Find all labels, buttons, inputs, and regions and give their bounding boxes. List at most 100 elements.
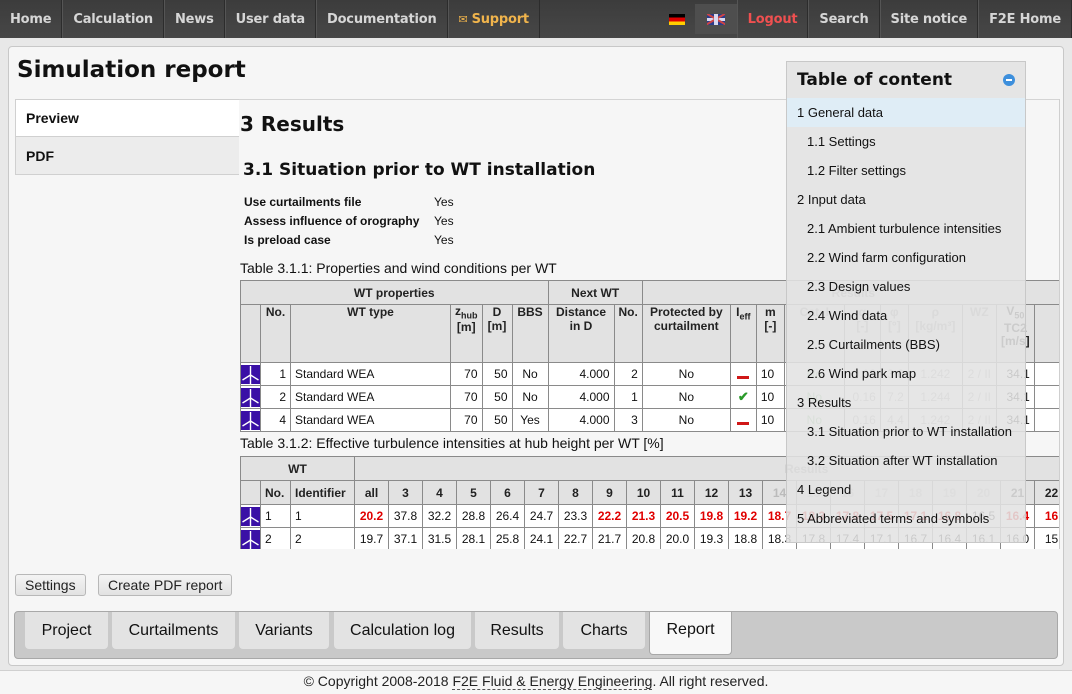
footer-company-link[interactable]: F2E Fluid & Energy Engineering — [452, 673, 653, 690]
setting-key: Assess influence of orography — [244, 213, 420, 228]
turbine-cell — [240, 385, 261, 409]
bbs: No — [511, 362, 549, 386]
header-ieff: Ieff — [729, 304, 757, 363]
nav-documentation[interactable]: Documentation — [315, 0, 448, 38]
turbulence-value: 37.8 — [388, 504, 423, 528]
turbulence-value: 25.8 — [490, 527, 525, 549]
header-distance: Distance in D — [547, 304, 615, 363]
settings-list: Use curtailments file Yes Assess influenc… — [244, 192, 454, 249]
toc-item[interactable]: 2.1 Ambient turbulence intensities — [787, 214, 1025, 243]
bbs: Yes — [511, 408, 549, 432]
turbulence-value: 20.0 — [660, 527, 695, 549]
turbulence-value: 28.1 — [456, 527, 491, 549]
view-tab-pdf[interactable]: PDF — [15, 137, 240, 175]
toc-item[interactable]: 2.2 Wind farm configuration — [787, 243, 1025, 272]
next-wt-no: 3 — [613, 408, 643, 432]
protected: No — [641, 408, 731, 432]
wind-turbine-icon — [241, 529, 260, 549]
language-en[interactable] — [694, 4, 737, 34]
tab-curtailments[interactable]: Curtailments — [112, 612, 235, 649]
top-navigation: Home Calculation News User data Document… — [0, 0, 1072, 38]
diameter: 50 — [481, 362, 513, 386]
toc-item[interactable]: 2.6 Wind park map — [787, 359, 1025, 388]
diameter: 50 — [481, 385, 513, 409]
extra-cell — [1033, 385, 1060, 409]
footer-copyright: © Copyright 2008-2018 — [303, 673, 453, 689]
turbine-cell — [240, 362, 261, 386]
nav-calculation[interactable]: Calculation — [62, 0, 164, 38]
turbulence-value: 19.3 — [694, 527, 729, 549]
nav-user-data[interactable]: User data — [224, 0, 316, 38]
toc-item[interactable]: 5 Abbreviated terms and symbols — [787, 504, 1025, 533]
toc-item[interactable]: 3.1 Situation prior to WT installation — [787, 417, 1025, 446]
header-col: 5 — [456, 480, 491, 505]
header-bbs: BBS — [511, 304, 549, 363]
header-protected: Protected by curtailment — [641, 304, 731, 363]
toc-item[interactable]: 1.2 Filter settings — [787, 156, 1025, 185]
toc-item[interactable]: 2.5 Curtailments (BBS) — [787, 330, 1025, 359]
language-de[interactable] — [659, 0, 695, 38]
wind-turbine-icon — [241, 387, 260, 407]
setting-key: Is preload case — [244, 232, 331, 247]
wt-no: 2 — [260, 527, 291, 549]
nav-site-notice[interactable]: Site notice — [879, 0, 979, 38]
tab-calculation-log[interactable]: Calculation log — [334, 612, 471, 649]
wind-turbine-icon — [241, 364, 260, 384]
toc-list: 1 General data 1.1 Settings 1.2 Filter set… — [787, 98, 1025, 533]
nav-support[interactable]: ✉ Support — [447, 0, 540, 38]
header-col: 13 — [728, 480, 763, 505]
header-d: D [m] — [481, 304, 513, 363]
protected: No — [641, 385, 731, 409]
tab-charts[interactable]: Charts — [563, 612, 645, 649]
bottom-tab-bar: Project Curtailments Variants Calculatio… — [14, 611, 1058, 659]
header-no: No. — [260, 304, 291, 363]
group-next-wt: Next WT — [547, 280, 643, 305]
nav-search[interactable]: Search — [808, 0, 880, 38]
envelope-icon: ✉ — [458, 12, 468, 26]
extra-cell — [1033, 408, 1060, 432]
settings-button[interactable]: Settings — [15, 574, 86, 596]
view-tab-preview[interactable]: Preview — [15, 99, 240, 137]
toc-item[interactable]: 1.1 Settings — [787, 127, 1025, 156]
header-m: m [-] — [755, 304, 785, 363]
turbulence-value: 22.7 — [558, 527, 593, 549]
toc-item[interactable]: 4 Legend — [787, 475, 1025, 504]
ieff-status — [729, 408, 757, 432]
collapse-icon[interactable] — [1003, 74, 1015, 86]
turbine-cell — [240, 408, 261, 432]
tab-project[interactable]: Project — [25, 612, 108, 649]
wt-no: 1 — [260, 504, 291, 528]
nav-f2e-home[interactable]: F2E Home — [978, 0, 1072, 38]
tab-report[interactable]: Report — [649, 612, 732, 655]
header-col: 22 — [1034, 480, 1060, 505]
turbulence-value: 28.8 — [456, 504, 491, 528]
tab-variants[interactable]: Variants — [239, 612, 329, 649]
tab-results[interactable]: Results — [475, 612, 559, 649]
toc-item[interactable]: 2.3 Design values — [787, 272, 1025, 301]
check-icon: ✔ — [737, 389, 749, 404]
wind-turbine-icon — [241, 506, 260, 526]
toc-header: Table of content — [787, 62, 1025, 98]
next-wt-no: 2 — [613, 362, 643, 386]
toc-item[interactable]: 3 Results — [787, 388, 1025, 417]
nav-news[interactable]: News — [164, 0, 225, 38]
m-value: 10 — [755, 408, 785, 432]
turbulence-value: 19.7 — [354, 527, 389, 549]
exceeded-icon — [737, 376, 750, 380]
create-pdf-report-button[interactable]: Create PDF report — [98, 574, 233, 596]
settings-row: Assess influence of orography Yes — [244, 211, 454, 230]
nav-logout[interactable]: Logout — [736, 0, 809, 38]
turbulence-value: 31.5 — [422, 527, 457, 549]
header-col: 8 — [558, 480, 593, 505]
toc-item[interactable]: 3.2 Situation after WT installation — [787, 446, 1025, 475]
protected: No — [641, 362, 731, 386]
wt-no: 2 — [260, 385, 291, 409]
nav-home[interactable]: Home — [0, 0, 63, 38]
toc-item[interactable]: 1 General data — [787, 98, 1025, 127]
header-col: 11 — [660, 480, 695, 505]
turbulence-value: 18.8 — [728, 527, 763, 549]
toc-item[interactable]: 2.4 Wind data — [787, 301, 1025, 330]
m-value: 10 — [755, 362, 785, 386]
toc-item[interactable]: 2 Input data — [787, 185, 1025, 214]
